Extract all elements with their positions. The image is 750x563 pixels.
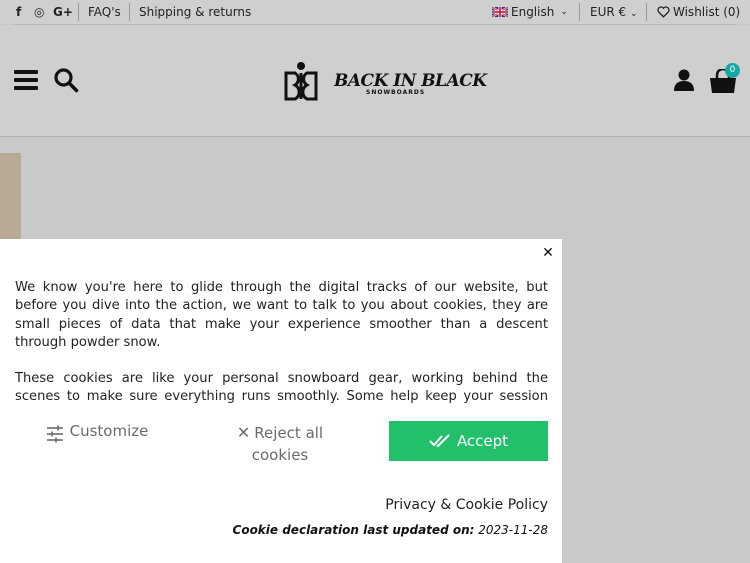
cart-count-badge: 0 [725, 63, 740, 78]
cookie-paragraph: These cookies are like your personal sno… [15, 371, 548, 405]
top-bar: f ◎ G+ FAQ's Shipping & returns English … [0, 0, 750, 24]
language-selector[interactable]: English ⌄ [492, 4, 568, 20]
currency-selector[interactable]: EUR € ⌄ [590, 4, 638, 22]
divider [78, 3, 79, 21]
language-label: English [511, 5, 555, 19]
chevron-down-icon: ⌄ [560, 7, 568, 17]
site-logo[interactable]: BACK IN BLACK SNOWBOARDS [280, 61, 487, 101]
cookie-paragraph: We know you're here to glide through the… [15, 280, 548, 350]
cookie-text: We know you're here to glide through the… [15, 279, 548, 405]
double-check-icon [429, 434, 450, 448]
site-header: BACK IN BLACK SNOWBOARDS 0 [0, 25, 750, 137]
instagram-icon[interactable]: ◎ [34, 4, 44, 20]
background-image [0, 153, 21, 243]
close-icon[interactable]: ✕ [540, 245, 556, 261]
wishlist-link[interactable]: Wishlist (0) [657, 4, 740, 20]
divider [646, 3, 647, 21]
menu-icon[interactable] [14, 70, 38, 90]
privacy-policy-link[interactable]: Privacy & Cookie Policy [385, 497, 548, 513]
facebook-icon[interactable]: f [16, 4, 21, 20]
uk-flag-icon [492, 7, 508, 17]
logo-subtitle: SNOWBOARDS [366, 89, 426, 96]
currency-label: EUR € [590, 5, 627, 19]
accept-button[interactable]: Accept [389, 421, 548, 461]
divider [129, 3, 130, 21]
customize-label: Customize [69, 422, 149, 440]
heart-icon [657, 6, 670, 18]
wishlist-label: Wishlist (0) [673, 5, 741, 19]
cookie-consent-dialog: ✕ We know you're here to glide through t… [0, 239, 562, 563]
reject-all-button[interactable]: ✕ Reject all cookies [210, 422, 350, 470]
chevron-down-icon: ⌄ [629, 9, 638, 19]
updated-label: Cookie declaration last updated on: [232, 523, 475, 537]
close-icon: ✕ [236, 423, 251, 442]
divider [579, 3, 580, 21]
customize-button[interactable]: Customize [22, 422, 172, 462]
user-icon[interactable] [674, 69, 694, 91]
cookie-declaration-date: Cookie declaration last updated on: 2023… [233, 523, 548, 537]
bib-logo-icon [284, 62, 318, 101]
faq-link[interactable]: FAQ's [88, 4, 121, 20]
accept-label: Accept [456, 432, 509, 450]
google-plus-icon[interactable]: G+ [53, 4, 73, 20]
updated-date: 2023-11-28 [478, 523, 548, 537]
sliders-icon [46, 425, 63, 443]
shipping-link[interactable]: Shipping & returns [139, 4, 251, 20]
search-icon[interactable] [53, 67, 79, 93]
logo-wordmark: BACK IN BLACK [334, 71, 487, 91]
reject-label: Reject all cookies [251, 424, 324, 464]
